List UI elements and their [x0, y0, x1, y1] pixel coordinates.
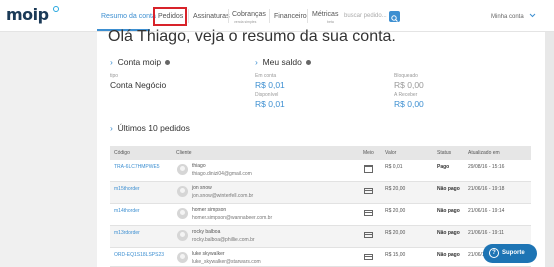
customer-email: luke_skywalker@starwars.com — [192, 259, 261, 265]
search-button[interactable] — [389, 11, 400, 22]
col-status: Status — [437, 150, 452, 156]
nav-divider — [188, 9, 189, 23]
order-value: R$ 20,00 — [385, 186, 406, 192]
order-updated: 29/08/16 - 15:16 — [468, 164, 505, 170]
avatar — [177, 252, 188, 263]
order-status: Não pago — [437, 208, 460, 214]
conta-moip-heading: › Conta moip — [110, 57, 171, 67]
col-meio: Meio — [363, 150, 374, 156]
nav-metricas[interactable]: Métricas — [312, 11, 338, 18]
account-menu[interactable]: Minha conta — [491, 13, 536, 20]
nav-divider — [307, 9, 308, 23]
order-code[interactable]: m14thorder — [114, 208, 140, 214]
meu-saldo-heading-label: Meu saldo — [262, 57, 302, 67]
customer-name: thiago — [192, 163, 206, 169]
account-label: Minha conta — [491, 14, 524, 20]
chevron-right-icon: › — [255, 57, 258, 67]
customer-name: homer simpson — [192, 207, 227, 213]
avatar — [177, 164, 188, 175]
avatar — [177, 208, 188, 219]
bank-slip-icon — [364, 165, 373, 173]
orders-heading-label: Últimos 10 pedidos — [117, 123, 190, 133]
moip-logo[interactable]: moip — [6, 5, 49, 24]
order-updated: 21/06/16 - 19:18 — [468, 186, 505, 192]
search-icon — [391, 15, 398, 22]
credit-card-icon — [364, 254, 373, 260]
meu-saldo-heading: › Meu saldo — [255, 57, 312, 67]
chevron-right-icon: › — [110, 57, 113, 67]
order-value: R$ 20,00 — [385, 230, 406, 236]
customer-name: jon snow — [192, 185, 212, 191]
col-cliente: Cliente — [176, 150, 192, 156]
order-status: Pago — [437, 164, 450, 170]
customer-email: jon.snow@winterfell.com.br — [192, 193, 254, 199]
orders-heading: › Últimos 10 pedidos — [110, 123, 190, 133]
col-atualizado: Atualizado em — [468, 150, 500, 156]
chevron-down-icon — [530, 13, 536, 18]
avatar — [177, 186, 188, 197]
help-icon[interactable] — [306, 60, 312, 66]
order-code[interactable]: TRA-6LC7HMPWE5 — [114, 164, 160, 170]
help-icon[interactable] — [165, 60, 171, 66]
nav-divider — [269, 9, 270, 23]
order-updated: 21/06/16 - 19:14 — [468, 208, 505, 214]
em-conta-value: R$ 0,01 — [255, 80, 285, 90]
credit-card-icon — [364, 210, 373, 216]
em-conta-label: Em conta — [255, 73, 277, 79]
customer-name: rocky balboa — [192, 229, 221, 235]
order-code[interactable]: m15thorder — [114, 186, 140, 192]
logo-mark-icon — [53, 6, 59, 12]
nav-metricas-badge: beta — [327, 20, 334, 24]
order-code[interactable]: m13rdorder — [114, 230, 140, 236]
customer-email: rocky.balboa@phillie.com.br — [192, 237, 255, 243]
credit-card-icon — [364, 232, 373, 238]
search-input[interactable]: buscar pedido... — [344, 13, 387, 19]
a-receber-label: A Receber — [394, 92, 418, 98]
account-type-value: Conta Negócio — [110, 80, 167, 90]
order-value: R$ 20,00 — [385, 208, 406, 214]
customer-email: homer.simpson@wannabeer.com.br — [192, 215, 273, 221]
chevron-right-icon: › — [110, 123, 113, 133]
credit-card-icon — [364, 188, 373, 194]
left-gutter — [0, 32, 97, 267]
customer-email: thiago.dinizi04@gmail.com — [192, 171, 252, 177]
order-code[interactable]: ORD-EQ1S18LSPS23 — [114, 252, 164, 258]
question-mark-icon: ? — [489, 248, 499, 258]
order-updated: 21/06/16 - 19:11 — [468, 230, 505, 236]
disponivel-label: Disponível — [255, 92, 279, 98]
nav-cobrancas[interactable]: Cobranças — [232, 11, 266, 18]
a-receber-value: R$ 0,00 — [394, 99, 424, 109]
col-codigo: Código — [114, 150, 130, 156]
avatar — [177, 230, 188, 241]
col-valor: Valor — [385, 150, 397, 156]
nav-cobrancas-sub: venda simples — [234, 20, 257, 24]
account-type-label: tipo — [110, 73, 119, 79]
page-title: Olá Thiago, veja o resumo da sua conta. — [108, 28, 396, 45]
support-button[interactable]: ? Suporte — [483, 244, 537, 263]
conta-moip-heading-label: Conta moip — [117, 57, 162, 67]
bloqueado-label: Bloqueado — [394, 73, 418, 79]
order-status: Não pago — [437, 230, 460, 236]
order-value: R$ 15,00 — [385, 252, 406, 258]
nav-assinaturas[interactable]: Assinaturas — [193, 13, 230, 20]
page-scrollbar[interactable] — [545, 32, 554, 267]
disponivel-value: R$ 0,01 — [255, 99, 285, 109]
support-label: Suporte — [502, 250, 525, 256]
customer-name: luke skywalker — [192, 251, 225, 257]
order-status: Não pago — [437, 186, 460, 192]
pedidos-highlight-box — [153, 7, 187, 26]
nav-financeiro[interactable]: Financeiro — [274, 13, 307, 20]
bloqueado-value: R$ 0,00 — [394, 80, 424, 90]
order-value: R$ 0,01 — [385, 164, 403, 170]
nav-resumo-da-conta[interactable]: Resumo da conta — [101, 13, 156, 20]
order-status: Não pago — [437, 252, 460, 258]
nav-divider — [228, 9, 229, 23]
